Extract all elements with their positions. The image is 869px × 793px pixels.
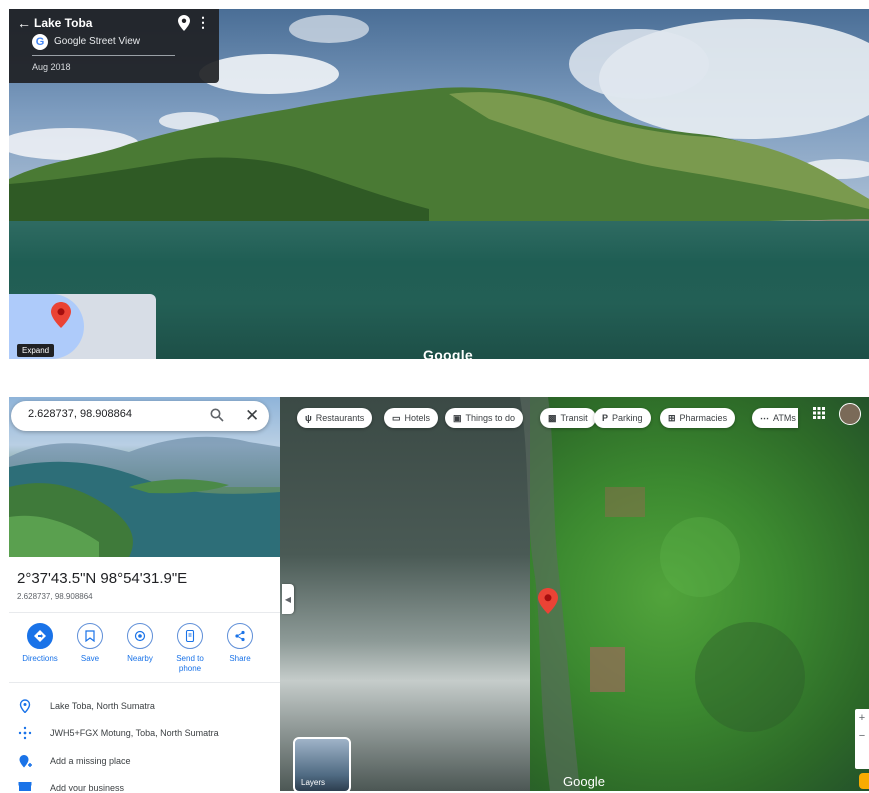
chip-label: ATMs bbox=[773, 413, 796, 423]
info-text: Add a missing place bbox=[50, 756, 131, 766]
apps-grid-icon[interactable] bbox=[813, 407, 825, 419]
chip-atms[interactable]: ⋯ ATMs bbox=[752, 408, 798, 428]
satellite-map[interactable] bbox=[280, 397, 869, 791]
share-icon bbox=[227, 623, 253, 649]
search-box[interactable]: ✕ bbox=[11, 401, 269, 431]
google-logo-icon: G bbox=[32, 34, 48, 50]
chip-things-to-do[interactable]: ▣ Things to do bbox=[445, 408, 524, 428]
business-icon bbox=[18, 782, 32, 791]
hotel-icon: ▭ bbox=[392, 412, 401, 423]
chip-hotels[interactable]: ▭ Hotels bbox=[384, 408, 439, 428]
send-to-phone-button[interactable]: Send to phone bbox=[165, 623, 215, 674]
chip-pharmacies[interactable]: ⊞ Pharmacies bbox=[660, 408, 736, 428]
more-options-icon[interactable]: ⋮ bbox=[196, 14, 210, 31]
map-terrain bbox=[520, 397, 805, 791]
send-to-phone-icon bbox=[177, 623, 203, 649]
side-panel: ✕ 2°37'43.5"N 98°54'31.9"E 2.628737, 98.… bbox=[9, 397, 280, 791]
restaurant-icon: ψ bbox=[305, 413, 312, 423]
chip-restaurants[interactable]: ψ Restaurants bbox=[297, 408, 373, 428]
action-label: Send to phone bbox=[176, 654, 204, 673]
zoom-in-icon[interactable]: + bbox=[855, 709, 869, 727]
zoom-out-icon[interactable]: − bbox=[855, 727, 869, 745]
action-label: Nearby bbox=[127, 654, 153, 663]
nearby-button[interactable]: Nearby bbox=[115, 623, 165, 664]
transit-icon: ▩ bbox=[548, 412, 557, 423]
pegman-icon[interactable] bbox=[859, 773, 869, 789]
street-view-header: ← Lake Toba ⋮ G Google Street View Aug 2… bbox=[9, 9, 219, 83]
mini-map[interactable]: Expand bbox=[9, 294, 156, 359]
bookmark-icon bbox=[77, 623, 103, 649]
coordinates-title: 2°37'43.5"N 98°54'31.9"E bbox=[17, 570, 188, 587]
action-label: Share bbox=[229, 654, 251, 663]
info-row-plus-code[interactable]: JWH5+FGX Motung, Toba, North Sumatra bbox=[9, 724, 280, 744]
chip-label: Pharmacies bbox=[679, 413, 728, 423]
map-pin-icon bbox=[51, 302, 71, 328]
directions-button[interactable]: Directions bbox=[15, 623, 65, 664]
street-view-panel[interactable]: ← Lake Toba ⋮ G Google Street View Aug 2… bbox=[9, 9, 869, 359]
capture-date: Aug 2018 bbox=[32, 62, 71, 72]
info-text: Lake Toba, North Sumatra bbox=[50, 701, 155, 711]
nearby-icon bbox=[127, 623, 153, 649]
divider bbox=[9, 682, 280, 683]
location-pin-icon[interactable] bbox=[178, 15, 190, 31]
google-watermark: Google bbox=[563, 774, 605, 789]
info-row-address[interactable]: Lake Toba, North Sumatra bbox=[9, 697, 280, 717]
layers-label: Layers bbox=[301, 778, 326, 787]
map-pin-icon[interactable] bbox=[538, 588, 558, 614]
chip-label: Parking bbox=[612, 413, 643, 423]
place-title: Lake Toba bbox=[34, 16, 93, 30]
info-row-add-business[interactable]: Add your business bbox=[9, 779, 280, 791]
zoom-controls[interactable]: + − bbox=[855, 709, 869, 769]
search-icon[interactable] bbox=[210, 408, 224, 422]
maps-panel: ✕ 2°37'43.5"N 98°54'31.9"E 2.628737, 98.… bbox=[9, 397, 869, 791]
divider bbox=[32, 55, 175, 56]
chip-label: Restaurants bbox=[315, 413, 365, 423]
coordinates-decimal: 2.628737, 98.908864 bbox=[17, 592, 93, 601]
chip-label: Hotels bbox=[404, 413, 431, 423]
expand-button[interactable]: Expand bbox=[17, 344, 55, 357]
atm-icon: ⋯ bbox=[760, 412, 769, 423]
close-icon[interactable]: ✕ bbox=[245, 406, 259, 426]
parking-icon: P bbox=[602, 413, 609, 423]
collapse-panel-button[interactable]: ◀ bbox=[282, 584, 294, 614]
layers-button[interactable]: Layers bbox=[293, 737, 351, 793]
add-place-icon bbox=[19, 755, 32, 768]
chip-label: Transit bbox=[560, 413, 588, 423]
avatar[interactable] bbox=[839, 403, 861, 425]
search-input[interactable] bbox=[28, 408, 188, 420]
location-pin-icon bbox=[19, 699, 31, 713]
share-button[interactable]: Share bbox=[215, 623, 265, 664]
chip-label: Things to do bbox=[465, 413, 516, 423]
action-label: Directions bbox=[22, 654, 58, 663]
chip-transit[interactable]: ▩ Transit bbox=[540, 408, 596, 428]
pharmacy-icon: ⊞ bbox=[668, 412, 676, 423]
info-text: Add your business bbox=[50, 783, 125, 791]
info-text: JWH5+FGX Motung, Toba, North Sumatra bbox=[50, 728, 219, 738]
google-watermark: Google bbox=[423, 347, 474, 359]
camera-icon: ▣ bbox=[453, 412, 462, 423]
action-label: Save bbox=[80, 654, 100, 663]
plus-code-icon bbox=[18, 726, 32, 740]
source-label: Google Street View bbox=[54, 36, 140, 47]
save-button[interactable]: Save bbox=[65, 623, 115, 664]
info-row-add-place[interactable]: Add a missing place bbox=[9, 752, 280, 772]
chip-parking[interactable]: P Parking bbox=[594, 408, 651, 428]
divider bbox=[9, 612, 280, 613]
directions-icon bbox=[27, 623, 53, 649]
back-arrow-icon[interactable]: ← bbox=[17, 15, 31, 31]
